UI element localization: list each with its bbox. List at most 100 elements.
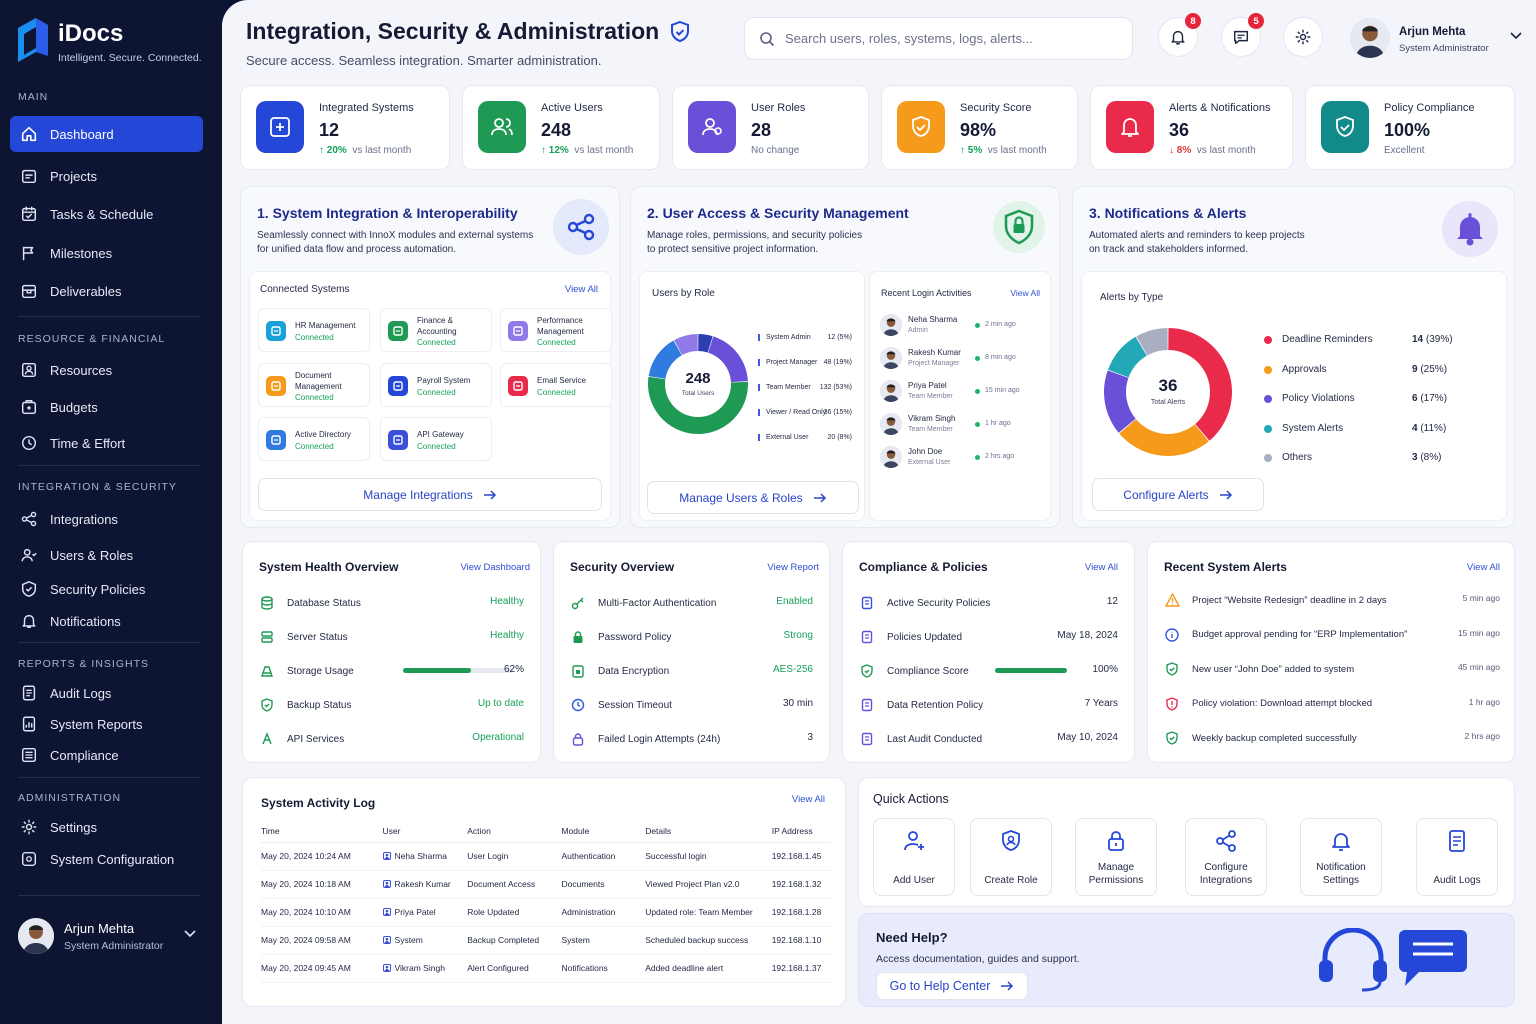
- manage-integrations-button[interactable]: Manage Integrations: [258, 478, 602, 511]
- system-tile[interactable]: Active Directory Connected: [258, 417, 370, 461]
- sidebar-item-label: Deliverables: [50, 283, 122, 299]
- page-title-row: Integration, Security & Administration: [246, 18, 691, 45]
- help-center-button[interactable]: Go to Help Center: [876, 972, 1028, 1000]
- kpi-user-roles[interactable]: User Roles 28 No change: [672, 85, 869, 170]
- search-bar[interactable]: [744, 17, 1133, 60]
- login-row[interactable]: John Doe External User 2 hrs ago: [880, 446, 1050, 476]
- system-tile[interactable]: HR Management Connected: [258, 308, 370, 352]
- kpi-integrated-systems[interactable]: Integrated Systems 12 ↑ 20% vs last mont…: [240, 85, 450, 170]
- chevron-down-icon[interactable]: [184, 930, 196, 938]
- kpi-alerts-notifications[interactable]: Alerts & Notifications 36 ↓ 8% vs last m…: [1090, 85, 1293, 170]
- login-row[interactable]: Neha Sharma Admin 2 min ago: [880, 314, 1050, 344]
- login-row[interactable]: Vikram Singh Team Member 1 hr ago: [880, 413, 1050, 443]
- view-dashboard-link[interactable]: View Dashboard: [460, 562, 530, 573]
- sidebar-item-resources[interactable]: Resources: [10, 352, 203, 388]
- sidebar-item-deliverables[interactable]: Deliverables: [10, 273, 203, 309]
- sidebar-item-settings[interactable]: Settings: [10, 809, 203, 845]
- sidebar-item-milestones[interactable]: Milestones: [10, 235, 203, 271]
- table-header: Time User Action Module Details IP Address: [261, 820, 831, 843]
- alert-row[interactable]: Policy violation: Download attempt block…: [1164, 693, 1500, 715]
- role-legend-row: Team Member 132 (53%): [758, 384, 858, 391]
- manage-users-roles-button[interactable]: Manage Users & Roles: [647, 481, 859, 514]
- table-cell: Documents: [561, 870, 646, 899]
- view-all-link[interactable]: View All: [1010, 288, 1040, 298]
- sidebar-item-notifications[interactable]: Notifications: [10, 603, 203, 639]
- sidebar-item-integrations[interactable]: Integrations: [10, 501, 203, 537]
- system-tile[interactable]: API Gateway Connected: [380, 417, 492, 461]
- table-row[interactable]: May 20, 2024 09:45 AM Vikram Singh Alert C…: [261, 954, 831, 983]
- system-tile[interactable]: Performance Management Connected: [500, 308, 612, 352]
- view-all-link[interactable]: View All: [565, 284, 598, 295]
- sidebar-item-projects[interactable]: Projects: [10, 158, 203, 194]
- view-report-link[interactable]: View Report: [767, 562, 819, 573]
- alert-text: Policy violation: Download attempt block…: [1192, 698, 1373, 709]
- view-all-link[interactable]: View All: [1085, 562, 1118, 573]
- share-icon: [21, 511, 37, 527]
- sidebar-item-dashboard[interactable]: Dashboard: [10, 116, 203, 152]
- column-header[interactable]: Module: [561, 820, 646, 843]
- table-row[interactable]: May 20, 2024 10:10 AM Priya Patel Role Upd…: [261, 898, 831, 927]
- row-label: Compliance Score: [887, 665, 969, 677]
- cell-text: 192.168.1.28: [771, 907, 822, 917]
- quick-action-add-user[interactable]: Add User: [873, 818, 955, 896]
- sidebar-user-profile[interactable]: Arjun Mehta System Administrator: [18, 912, 200, 960]
- quick-action-create-role[interactable]: Create Role: [970, 818, 1052, 896]
- column-header[interactable]: Details: [645, 820, 772, 843]
- quick-action-configure-integrations[interactable]: Configure Integrations: [1185, 818, 1267, 896]
- column-header[interactable]: IP Address: [771, 820, 831, 843]
- list-row: Compliance Score 100%: [859, 660, 1118, 682]
- table-row[interactable]: May 20, 2024 09:58 AM System Backup Comple…: [261, 926, 831, 955]
- quick-action-notification-settings[interactable]: Notification Settings: [1300, 818, 1382, 896]
- panel-title: Users by Role: [652, 288, 715, 299]
- view-all-link[interactable]: View All: [1467, 562, 1500, 573]
- login-row[interactable]: Rakesh Kumar Project Manager 8 min ago: [880, 347, 1050, 377]
- sidebar-item-users-roles[interactable]: Users & Roles: [10, 537, 203, 573]
- row-label: Failed Login Attempts (24h): [598, 733, 721, 745]
- sidebar-item-budgets[interactable]: Budgets: [10, 389, 203, 425]
- configure-alerts-button[interactable]: Configure Alerts: [1092, 478, 1264, 511]
- recent-alerts-card: Recent System Alerts View All Project “W…: [1147, 541, 1515, 763]
- quick-action-manage-permissions[interactable]: Manage Permissions: [1075, 818, 1157, 896]
- kpi-active-users[interactable]: Active Users 248 ↑ 12% vs last month: [462, 85, 660, 170]
- headset-icon: [1319, 928, 1387, 992]
- table-row[interactable]: May 20, 2024 10:18 AM Rakesh Kumar Documen…: [261, 870, 831, 899]
- app-logo[interactable]: iDocs Intelligent. Secure. Connected.: [18, 18, 202, 64]
- header-user-menu[interactable]: Arjun Mehta System Administrator: [1350, 18, 1522, 60]
- messages-button[interactable]: 5: [1221, 13, 1264, 57]
- column-header[interactable]: User: [382, 820, 468, 843]
- alert-row[interactable]: Weekly backup completed successfully 2 hr…: [1164, 727, 1500, 749]
- sidebar-item-security-policies[interactable]: Security Policies: [10, 571, 203, 607]
- panel-title: Recent Login Activities: [881, 288, 972, 298]
- system-tile[interactable]: Finance & Accounting Connected: [380, 308, 492, 352]
- card-title: System Health Overview: [259, 560, 399, 574]
- sidebar-item-time-effort[interactable]: Time & Effort: [10, 425, 203, 461]
- quick-action-label: Manage Permissions: [1088, 862, 1144, 886]
- table-row[interactable]: May 20, 2024 10:24 AM Neha Sharma User Log…: [261, 842, 831, 871]
- search-input[interactable]: [785, 31, 1115, 46]
- quick-action-audit-logs[interactable]: Audit Logs: [1416, 818, 1498, 896]
- list-row: Backup Status Up to date: [259, 694, 524, 716]
- view-all-link[interactable]: View All: [792, 794, 825, 805]
- alert-row[interactable]: New user “John Doe” added to system 45 mi…: [1164, 658, 1500, 680]
- system-tile[interactable]: Payroll System Connected: [380, 363, 492, 407]
- column-header[interactable]: Time: [261, 820, 383, 843]
- system-tile[interactable]: Document Management Connected: [258, 363, 370, 407]
- kpi-label: Integrated Systems: [319, 102, 414, 114]
- bell-icon: [22, 614, 36, 629]
- login-role: Admin: [908, 327, 928, 334]
- alert-row[interactable]: Budget approval pending for “ERP Impleme…: [1164, 624, 1500, 646]
- kpi-policy-compliance[interactable]: Policy Compliance 100% Excellent: [1305, 85, 1515, 170]
- login-row[interactable]: Priya Patel Team Member 15 min ago: [880, 380, 1050, 410]
- sidebar-item-tasks[interactable]: Tasks & Schedule: [10, 196, 203, 232]
- settings-button[interactable]: [1283, 17, 1323, 57]
- notifications-button[interactable]: 8: [1158, 13, 1201, 57]
- kpi-security-score[interactable]: Security Score 98% ↑ 5% vs last month: [881, 85, 1078, 170]
- column-header[interactable]: Action: [467, 820, 562, 843]
- alert-row[interactable]: Project “Website Redesign” deadline in 2…: [1164, 589, 1500, 611]
- alerts-by-type-panel: Alerts by Type 36 Total Alerts Deadline …: [1081, 271, 1507, 521]
- sidebar-item-system-configuration[interactable]: System Configuration: [10, 841, 203, 877]
- row-label: Multi-Factor Authentication: [598, 597, 717, 609]
- sidebar-item-compliance[interactable]: Compliance: [10, 737, 203, 773]
- system-tile[interactable]: Email Service Connected: [500, 363, 612, 407]
- system-name: API Gateway: [417, 430, 464, 439]
